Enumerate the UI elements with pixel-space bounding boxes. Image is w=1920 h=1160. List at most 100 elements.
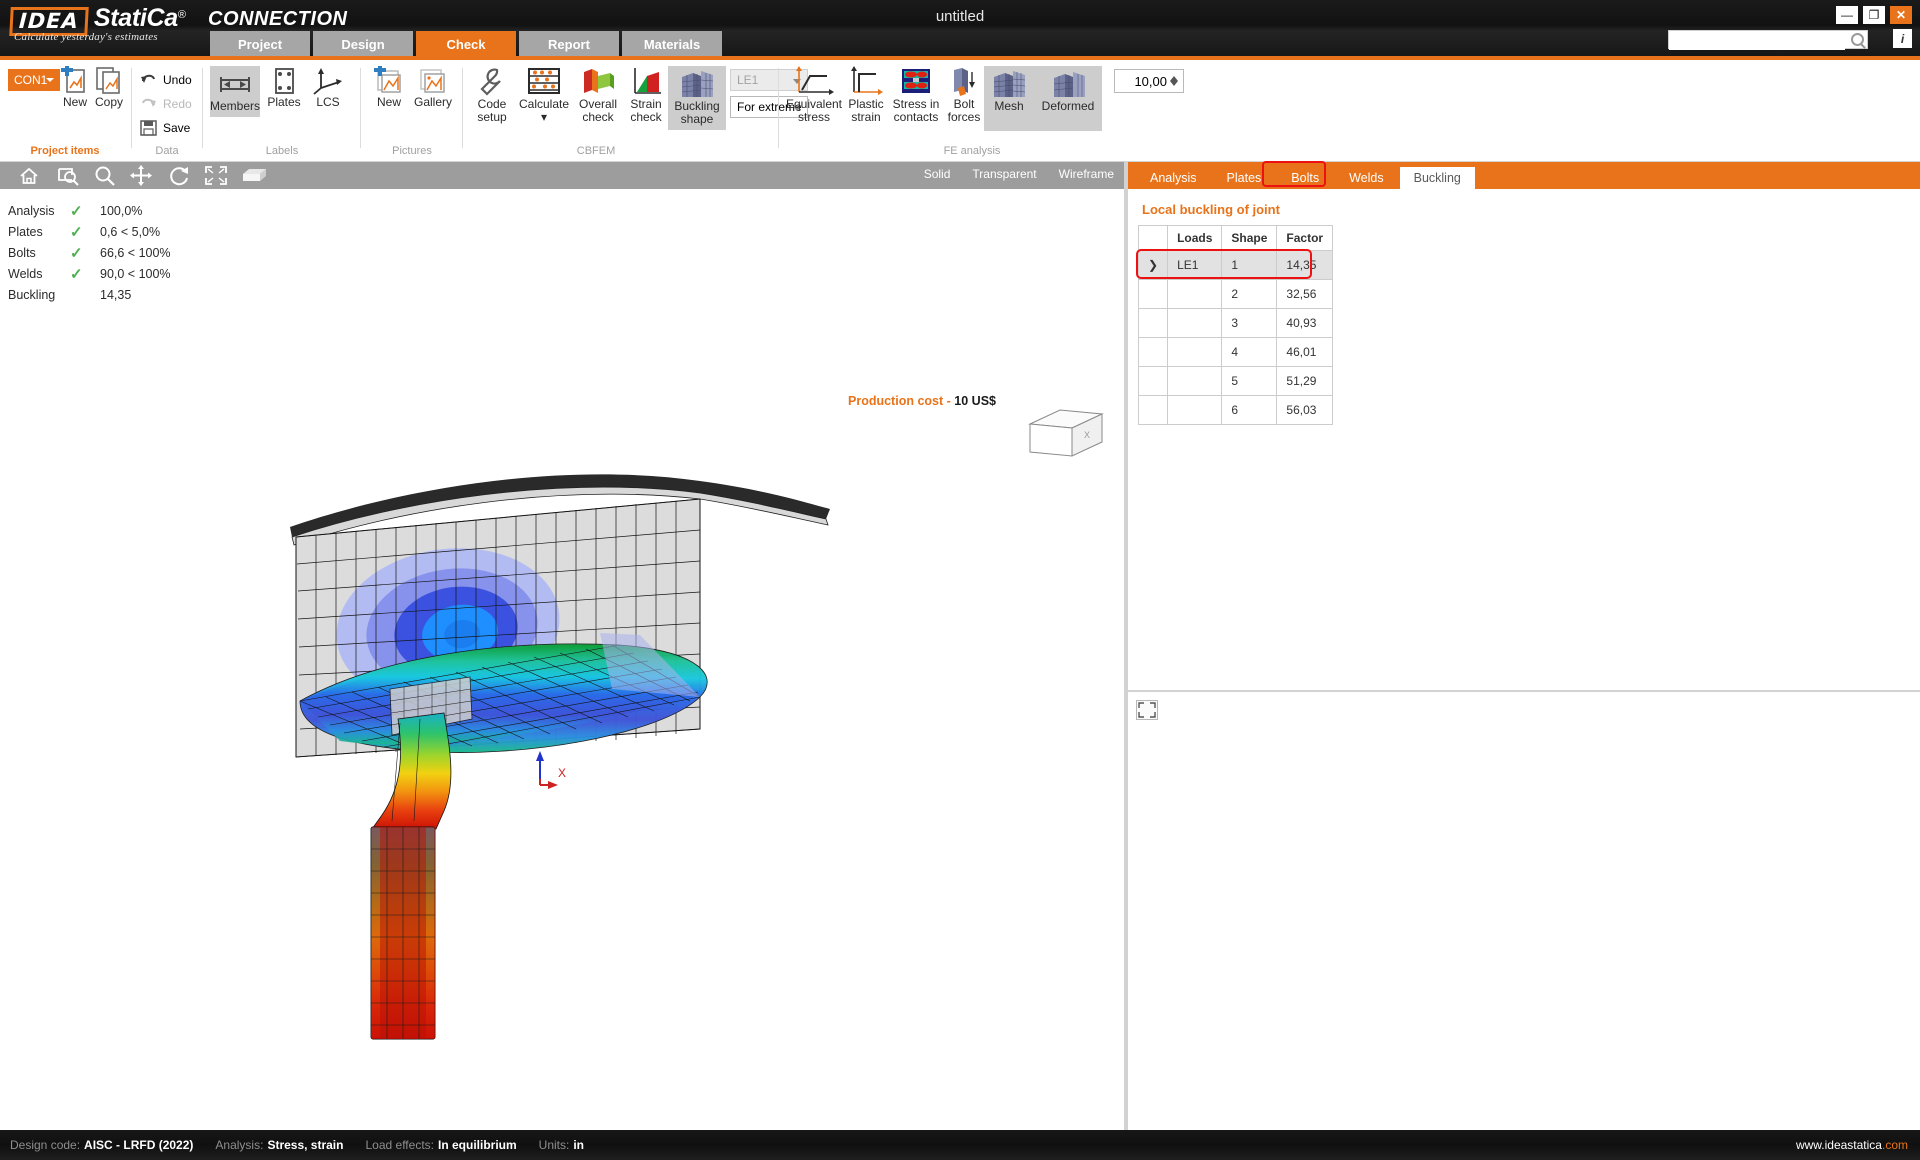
view-mode-wireframe[interactable]: Wireframe xyxy=(1059,167,1114,181)
info-icon[interactable]: i xyxy=(1893,29,1912,48)
search-input[interactable] xyxy=(1669,33,1845,50)
strain-check-button[interactable]: Strain check xyxy=(624,66,668,124)
stepper-down-icon[interactable] xyxy=(1170,81,1178,86)
rotate-icon[interactable] xyxy=(168,165,190,186)
ribbon-group-label-project-items: Project items xyxy=(0,145,130,157)
view-mode-solid[interactable]: Solid xyxy=(924,167,951,181)
svg-text:X: X xyxy=(1084,430,1090,440)
tab-check[interactable]: Check xyxy=(416,31,516,57)
zoom-icon[interactable] xyxy=(94,165,116,186)
undo-button[interactable]: Undo xyxy=(140,72,192,87)
table-row[interactable]: 446,01 xyxy=(1139,338,1333,367)
lcs-button[interactable]: LCS xyxy=(308,66,348,109)
column-member xyxy=(371,713,451,1039)
connection-selector[interactable]: CON1 xyxy=(8,69,60,91)
production-cost-value: 10 US$ xyxy=(954,394,996,408)
summary-row-buckling: Buckling14,35 xyxy=(8,284,171,305)
results-tab-analysis[interactable]: Analysis xyxy=(1136,167,1211,189)
table-row[interactable]: 340,93 xyxy=(1139,309,1333,338)
members-button[interactable]: Members xyxy=(210,66,260,117)
bolt-forces-icon xyxy=(948,66,980,98)
search-icon[interactable] xyxy=(1851,33,1864,46)
abacus-icon xyxy=(525,66,563,98)
ribbon-separator xyxy=(778,68,779,148)
redo-icon xyxy=(140,96,157,111)
summary-label: Welds xyxy=(8,267,70,281)
column-header[interactable]: Shape xyxy=(1222,226,1277,251)
copy-item-button[interactable]: Copy xyxy=(92,66,126,109)
save-button[interactable]: Save xyxy=(140,120,190,136)
design-code-value: AISC - LRFD (2022) xyxy=(84,1138,193,1152)
buckling-table[interactable]: LoadsShapeFactor ❯LE1114,35232,56340,934… xyxy=(1138,225,1333,425)
expand-arrow-icon[interactable] xyxy=(1139,280,1168,309)
cell-loads xyxy=(1168,309,1222,338)
bolt-forces-button[interactable]: Bolt forces xyxy=(944,66,984,124)
zoom-window-icon[interactable] xyxy=(56,165,78,186)
3d-viewport[interactable]: X Production cost - 10 US$ X xyxy=(0,189,1124,1130)
column-header[interactable] xyxy=(1139,226,1168,251)
summary-value: 100,0% xyxy=(100,204,142,218)
ribbon-group-fe-analysis: Equivalent stress Plastic strain xyxy=(782,60,1162,160)
table-row[interactable]: 551,29 xyxy=(1139,367,1333,396)
ribbon-group-labels: Members Plates LCS xyxy=(206,60,358,160)
minimize-icon[interactable]: — xyxy=(1836,6,1858,24)
summary-value: 90,0 < 100% xyxy=(100,267,171,281)
column-header[interactable]: Loads xyxy=(1168,226,1222,251)
expand-arrow-icon[interactable] xyxy=(1139,309,1168,338)
results-tab-bolts[interactable]: Bolts xyxy=(1277,167,1333,189)
view-mode-transparent[interactable]: Transparent xyxy=(972,167,1036,181)
code-setup-button[interactable]: Code setup xyxy=(468,66,516,124)
expand-arrow-icon[interactable] xyxy=(1139,367,1168,396)
ribbon-group-label-cbfem: CBFEM xyxy=(466,145,726,157)
results-tab-plates[interactable]: Plates xyxy=(1213,167,1276,189)
expand-arrow-icon[interactable] xyxy=(1139,338,1168,367)
close-icon[interactable]: ✕ xyxy=(1890,6,1912,24)
calculate-dropdown-caret[interactable]: ▾ xyxy=(541,111,547,124)
summary-label: Analysis xyxy=(8,204,70,218)
stress-in-contacts-button[interactable]: Stress in contacts xyxy=(888,66,944,124)
summary-row-bolts: Bolts✓66,6 < 100% xyxy=(8,242,171,263)
new-picture-button[interactable]: New xyxy=(368,66,410,109)
table-row[interactable]: 232,56 xyxy=(1139,280,1333,309)
deformed-button[interactable]: Deformed xyxy=(1034,66,1102,131)
overall-check-button[interactable]: Overall check xyxy=(572,66,624,124)
results-tab-welds[interactable]: Welds xyxy=(1335,167,1398,189)
equivalent-stress-button[interactable]: Equivalent stress xyxy=(784,66,844,124)
production-cost-label: Production cost xyxy=(848,394,943,408)
production-cost-dash: - xyxy=(947,394,951,408)
expand-arrow-icon[interactable]: ❯ xyxy=(1139,251,1168,280)
expand-panel-button[interactable] xyxy=(1136,700,1158,720)
buckling-shape-button[interactable]: Buckling shape xyxy=(668,66,726,130)
tab-materials[interactable]: Materials xyxy=(622,31,722,57)
pan-icon[interactable] xyxy=(130,165,152,186)
calculate-button[interactable]: Calculate ▾ xyxy=(516,66,572,124)
gallery-button[interactable]: Gallery xyxy=(410,66,456,109)
view-cube[interactable]: X xyxy=(1018,404,1110,469)
members-icon xyxy=(218,70,252,100)
results-tab-buckling[interactable]: Buckling xyxy=(1400,167,1475,189)
scale-stepper[interactable]: 10,00 xyxy=(1114,69,1184,93)
new-item-button[interactable]: New xyxy=(58,66,92,109)
column-header[interactable]: Factor xyxy=(1277,226,1333,251)
tab-design[interactable]: Design xyxy=(313,31,413,57)
view-box-icon[interactable] xyxy=(240,165,268,186)
home-icon[interactable] xyxy=(18,165,40,186)
website-link[interactable]: www.ideastatica.com xyxy=(1796,1138,1908,1152)
maximize-icon[interactable]: ❐ xyxy=(1863,6,1885,24)
expand-arrow-icon[interactable] xyxy=(1139,396,1168,425)
tab-report[interactable]: Report xyxy=(519,31,619,57)
plates-button[interactable]: Plates xyxy=(262,66,306,109)
mesh-button[interactable]: Mesh xyxy=(984,66,1034,131)
tab-project[interactable]: Project xyxy=(210,31,310,57)
strain-check-icon xyxy=(629,66,663,98)
plastic-strain-button[interactable]: Plastic strain xyxy=(844,66,888,124)
fit-screen-icon[interactable] xyxy=(204,165,226,186)
deformed-label: Deformed xyxy=(1042,100,1095,113)
cell-factor: 14,35 xyxy=(1277,251,1333,280)
table-row[interactable]: 656,03 xyxy=(1139,396,1333,425)
load-effect-value: LE1 xyxy=(737,73,758,87)
results-section-title: Local buckling of joint xyxy=(1142,202,1280,217)
search-box[interactable] xyxy=(1668,30,1868,49)
cell-loads xyxy=(1168,396,1222,425)
table-row[interactable]: ❯LE1114,35 xyxy=(1139,251,1333,280)
